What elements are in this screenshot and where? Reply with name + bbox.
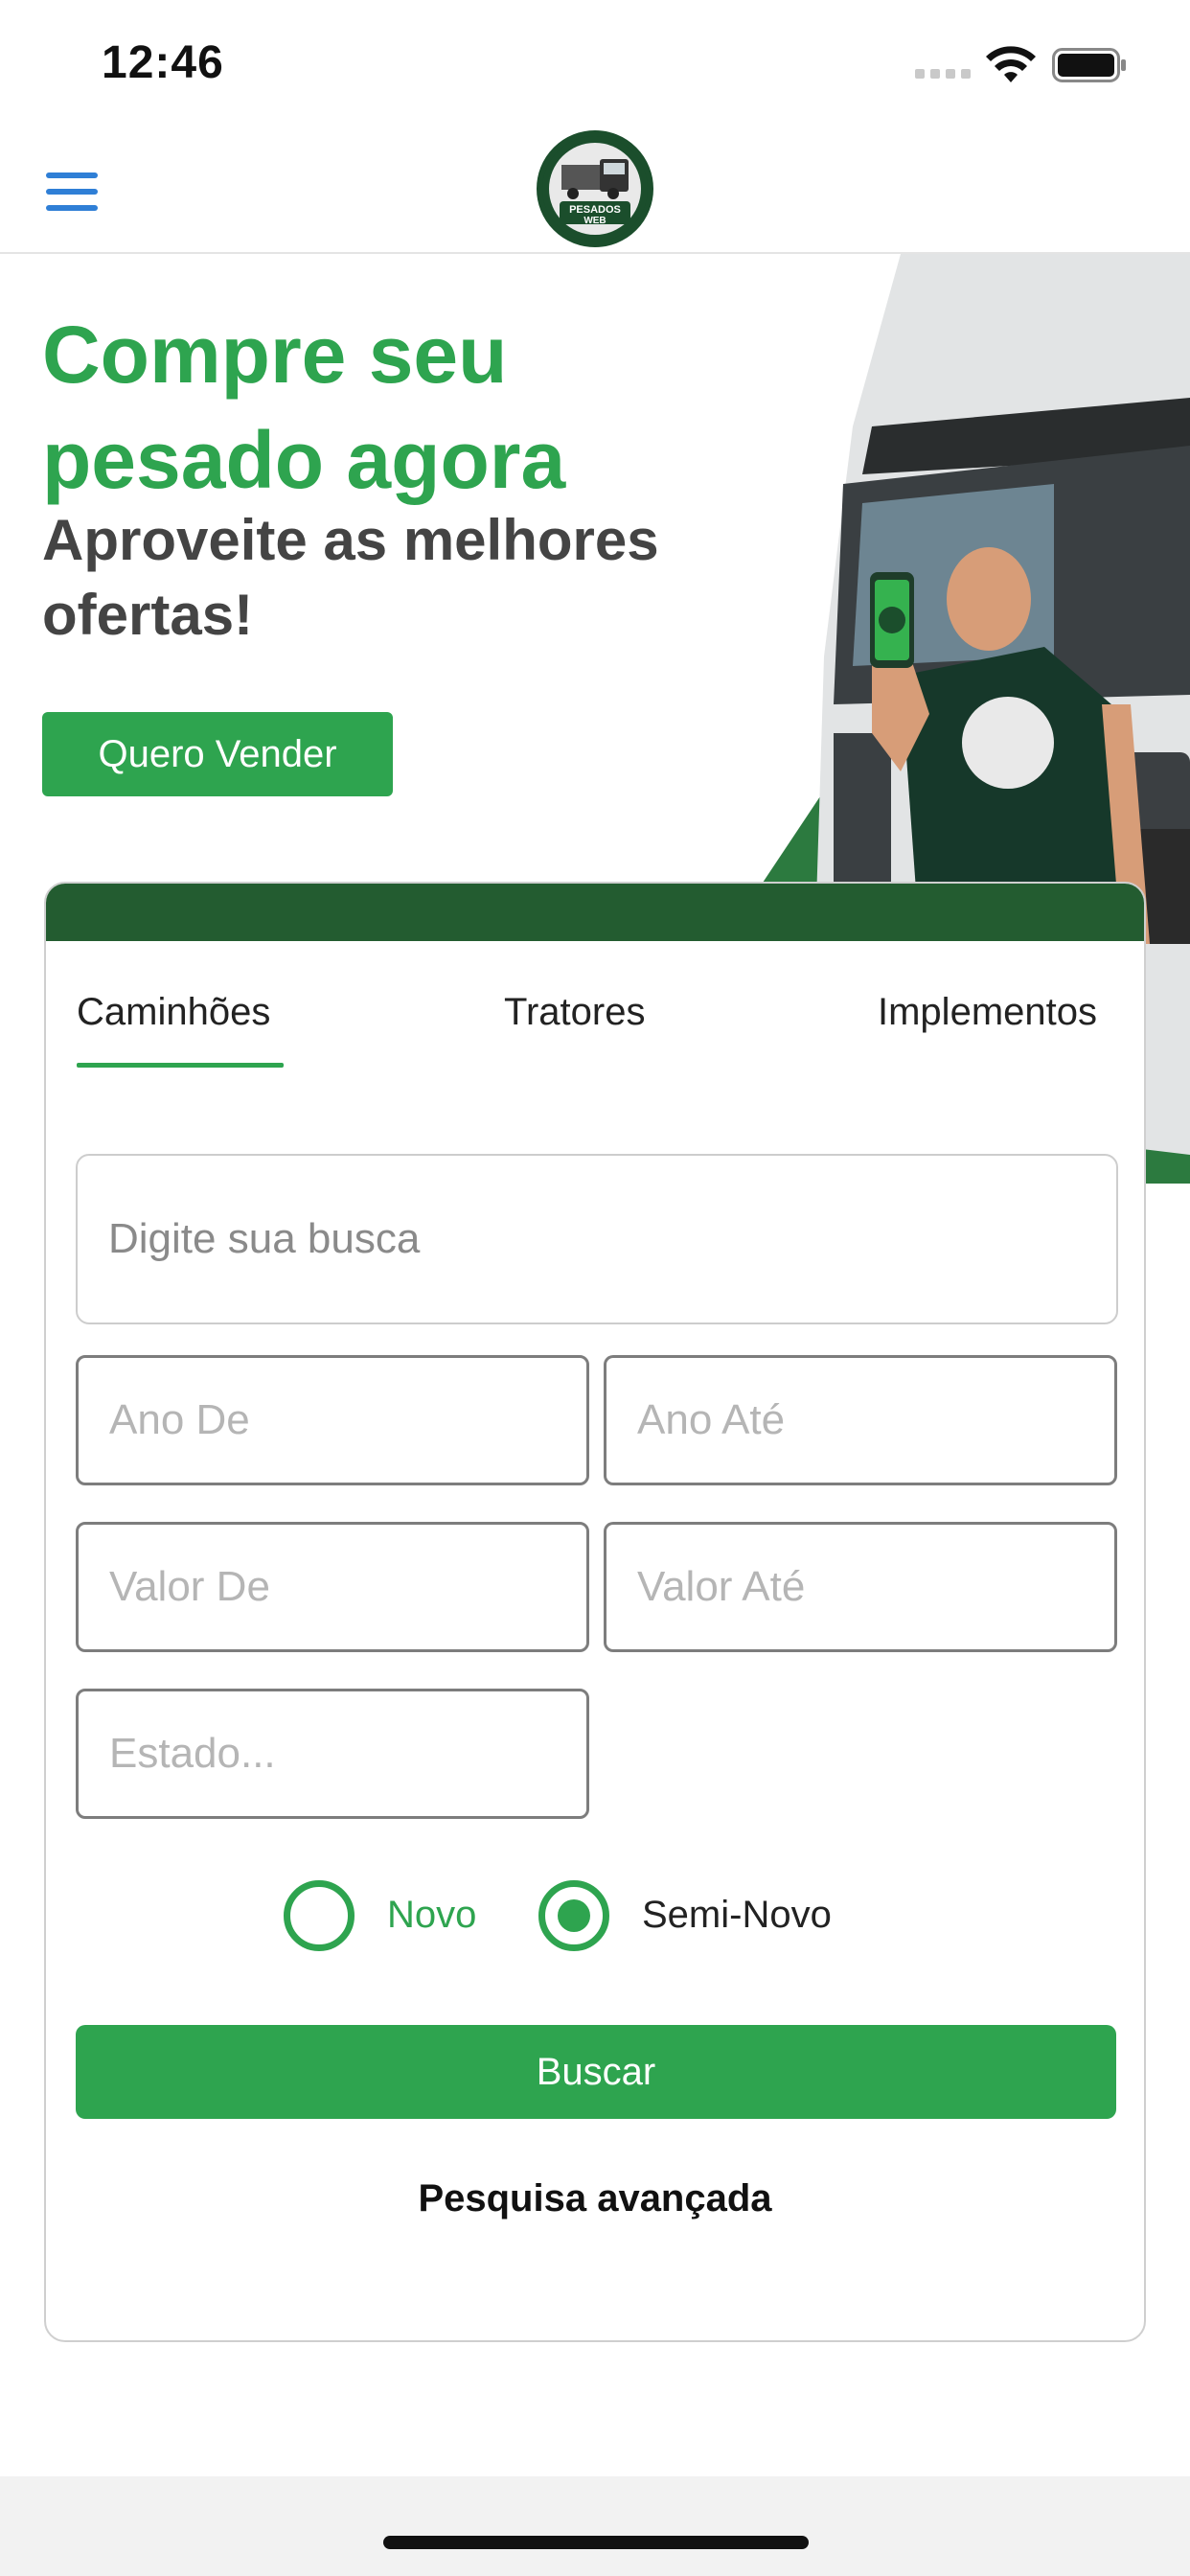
radio-novo-label[interactable]: Novo — [387, 1894, 476, 1937]
wifi-icon — [986, 46, 1036, 82]
card-header-band — [46, 884, 1144, 941]
hamburger-menu-icon[interactable] — [46, 172, 103, 211]
value-from-field[interactable] — [76, 1522, 589, 1652]
tab-tratores[interactable]: Tratores — [504, 991, 645, 1034]
bottom-area — [0, 2476, 1190, 2576]
top-nav-bar: PESADOS WEB — [0, 125, 1190, 254]
pesados-web-logo[interactable]: PESADOS WEB — [537, 130, 653, 247]
year-to-field[interactable] — [604, 1355, 1117, 1485]
search-card: Caminhões Tratores Implementos Novo Semi… — [44, 882, 1146, 2342]
state-select[interactable] — [76, 1689, 589, 1819]
category-tabs: Caminhões Tratores Implementos — [46, 941, 1144, 1085]
cellular-signal-icon — [915, 69, 971, 80]
home-indicator[interactable] — [383, 2536, 809, 2549]
status-bar: 12:46 — [0, 0, 1190, 125]
tab-caminhoes[interactable]: Caminhões — [77, 991, 270, 1034]
radio-semi-novo[interactable] — [538, 1880, 609, 1951]
svg-text:PESADOS: PESADOS — [569, 204, 621, 216]
year-from-field[interactable] — [76, 1355, 589, 1485]
value-to-field[interactable] — [604, 1522, 1117, 1652]
radio-semi-novo-label[interactable]: Semi-Novo — [642, 1894, 832, 1937]
truck-logo-icon: PESADOS WEB — [542, 136, 648, 242]
status-time: 12:46 — [102, 37, 224, 88]
svg-text:WEB: WEB — [584, 216, 606, 226]
battery-icon — [1052, 48, 1126, 82]
radio-selected-dot — [558, 1899, 590, 1932]
tab-implementos[interactable]: Implementos — [878, 991, 1097, 1034]
hero-subtitle: Aproveite as melhores ofertas! — [42, 508, 659, 647]
hero-title: Compre seu pesado agora — [42, 310, 566, 505]
active-tab-indicator — [77, 1063, 284, 1068]
sell-button[interactable]: Quero Vender — [42, 712, 393, 796]
advanced-search-link[interactable]: Pesquisa avançada — [46, 2177, 1144, 2220]
radio-novo[interactable] — [284, 1880, 355, 1951]
search-button[interactable]: Buscar — [76, 2025, 1116, 2119]
condition-radio-group: Novo Semi-Novo — [46, 1880, 1144, 1957]
search-input[interactable] — [76, 1154, 1118, 1324]
